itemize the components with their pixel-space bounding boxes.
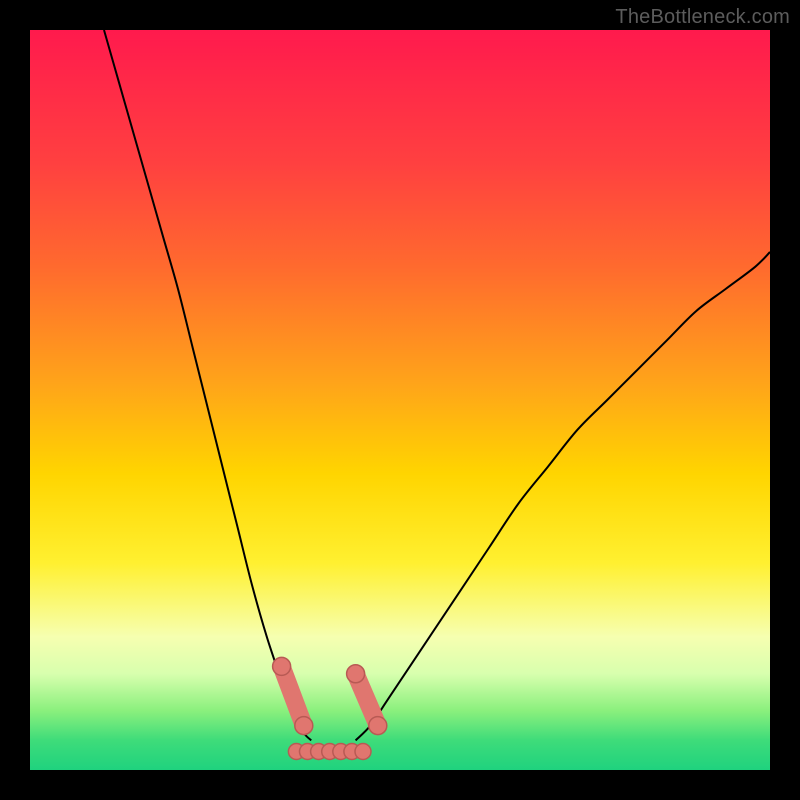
left-curve (104, 30, 311, 740)
chart-frame: TheBottleneck.com (0, 0, 800, 800)
right-curve (356, 252, 770, 740)
right-marker-band (347, 665, 387, 735)
watermark-text: TheBottleneck.com (615, 6, 790, 29)
left-marker-band (273, 657, 313, 734)
bottom-marker-dots (288, 744, 371, 760)
chart-overlay (30, 30, 770, 770)
